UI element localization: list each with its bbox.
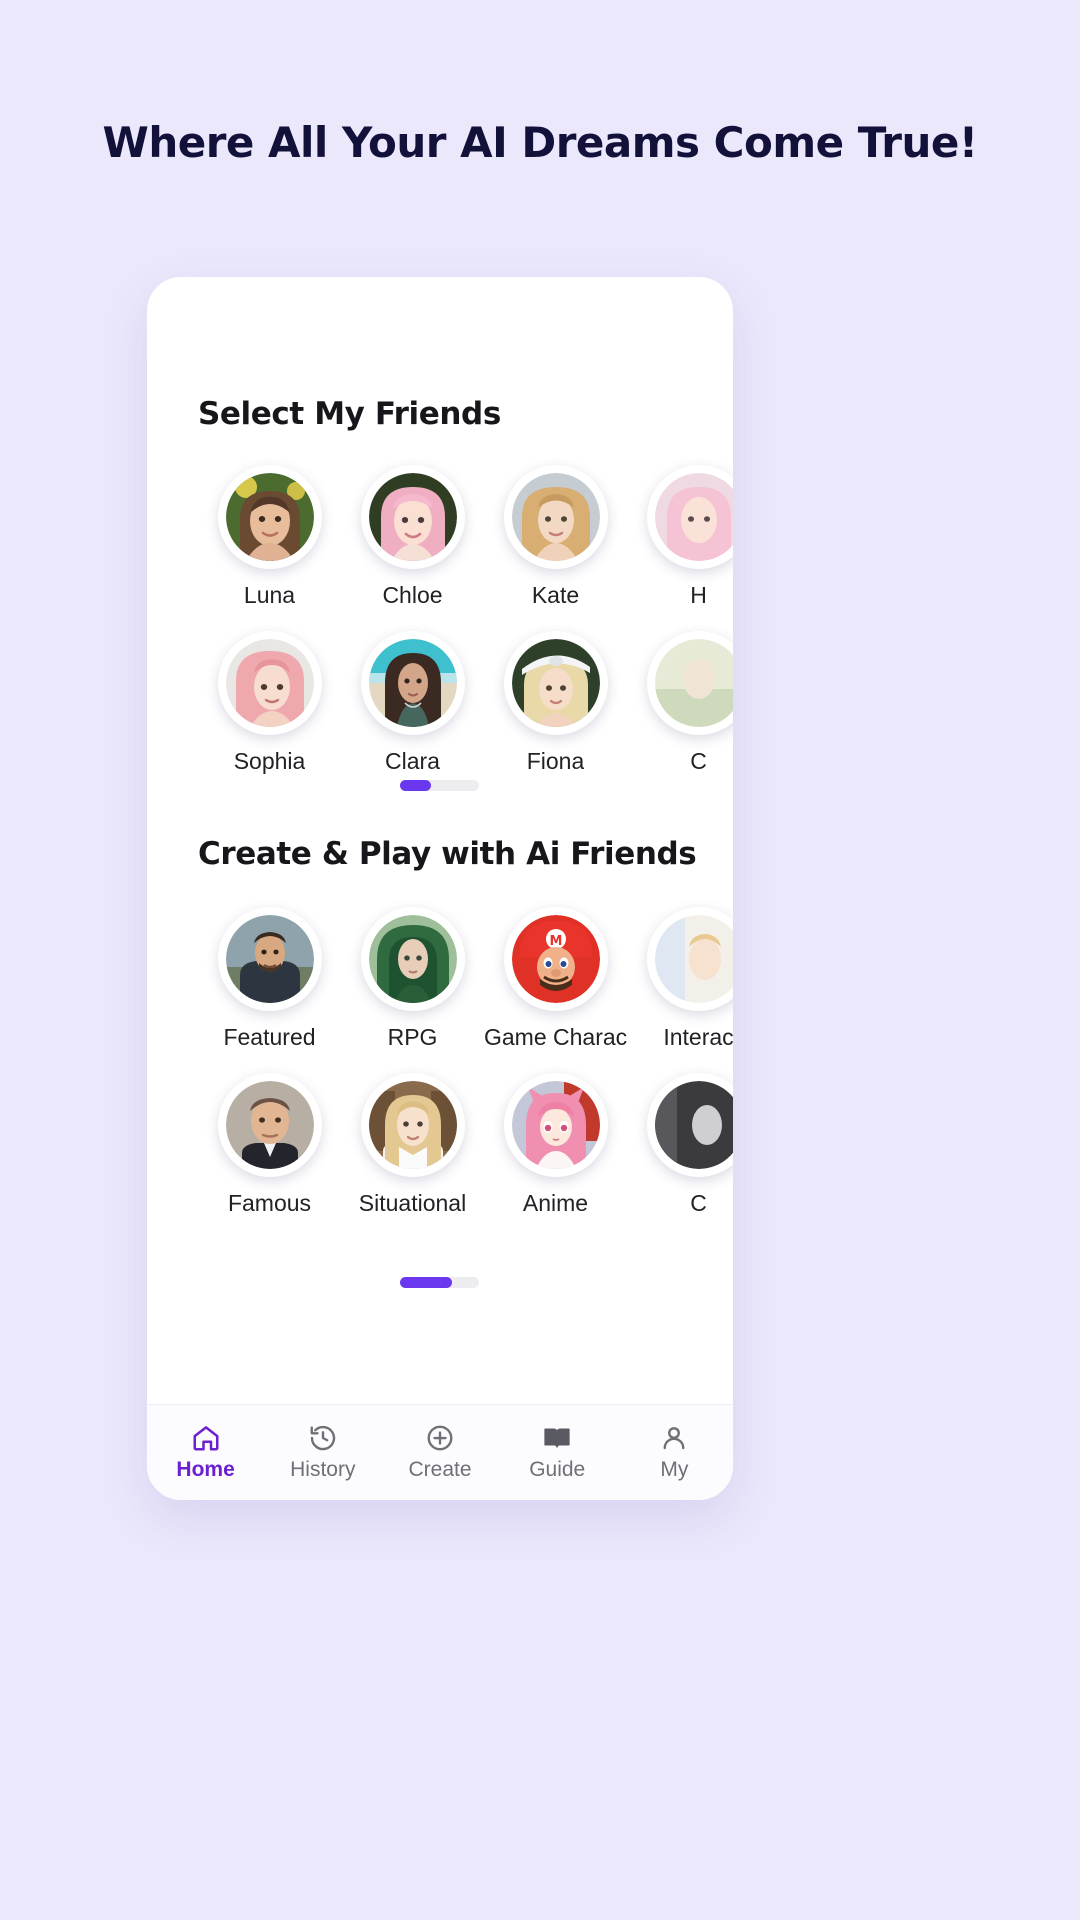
avatar-situational-icon (368, 1081, 457, 1169)
avatar-chloe-icon (368, 473, 457, 561)
friend-card[interactable]: Kate (484, 465, 627, 609)
avatar-kate-icon (511, 473, 600, 561)
book-icon (544, 1428, 570, 1448)
scroll-thumb[interactable] (400, 780, 431, 791)
category-card[interactable]: M Game Charact... (484, 907, 627, 1051)
nav-item-create[interactable]: Create (381, 1423, 498, 1482)
avatar[interactable] (217, 907, 322, 1011)
avatar[interactable] (646, 631, 733, 735)
category-label: Interac (663, 1024, 733, 1050)
nav-label: Home (176, 1458, 235, 1481)
friend-label: Clara (385, 748, 440, 774)
friend-label: C (690, 748, 707, 774)
avatar[interactable] (360, 907, 465, 1011)
avatar[interactable] (360, 465, 465, 569)
avatar-luna-icon (225, 473, 314, 561)
category-card[interactable]: Featured (198, 907, 341, 1051)
friend-label: Kate (531, 582, 580, 608)
avatar[interactable] (646, 907, 733, 1011)
friend-card[interactable]: Fiona (484, 631, 627, 775)
category-card-partial[interactable]: C (627, 1073, 733, 1217)
avatar[interactable]: M (503, 907, 608, 1011)
avatar-rpg-icon (368, 915, 457, 1003)
nav-label: Guide (529, 1458, 586, 1481)
friend-label: Fiona (526, 748, 585, 774)
nav-item-history[interactable]: History (264, 1423, 381, 1482)
avatar[interactable] (360, 631, 465, 735)
friend-card-partial[interactable]: H (627, 465, 733, 609)
avatar-anime-icon (511, 1081, 600, 1169)
category-label: Anime (522, 1190, 589, 1216)
avatar[interactable] (646, 1073, 733, 1177)
nav-label: History (290, 1458, 356, 1481)
friends-grid: Luna Chloe Kate H Sophia Clara Fiona C (198, 465, 733, 775)
home-icon (193, 1426, 219, 1451)
nav-item-guide[interactable]: Guide (499, 1423, 616, 1482)
category-label: C (690, 1190, 707, 1216)
friend-card[interactable]: Sophia (198, 631, 341, 775)
friends-scroll-indicator[interactable] (400, 780, 479, 791)
category-label: Featured (223, 1024, 316, 1050)
scroll-thumb[interactable] (400, 1277, 452, 1288)
avatar-partial-1-icon (654, 473, 733, 561)
nav-item-my[interactable]: My (616, 1423, 733, 1482)
category-label: RPG (387, 1024, 438, 1050)
category-label: Game Charact... (484, 1024, 627, 1050)
person-icon (663, 1427, 685, 1450)
avatar[interactable] (217, 1073, 322, 1177)
category-label: Situational (358, 1190, 467, 1216)
avatar[interactable] (503, 465, 608, 569)
avatar[interactable] (503, 631, 608, 735)
friend-label: Sophia (233, 748, 306, 774)
app-root: Where All Your AI Dreams Come True! Sele… (0, 0, 1080, 1920)
avatar-sophia-icon (225, 639, 314, 727)
avatar[interactable] (646, 465, 733, 569)
phone-mockup-card: Select My Friends Luna Chloe Kate H Soph… (147, 277, 733, 1500)
section-title-select-my-friends: Select My Friends (198, 396, 501, 432)
category-label: Famous (227, 1190, 312, 1216)
friend-label: Luna (243, 582, 296, 608)
avatar-featured-icon (225, 915, 314, 1003)
categories-scroll-indicator[interactable] (400, 1277, 479, 1288)
avatar-famous-icon (225, 1081, 314, 1169)
friend-card[interactable]: Clara (341, 631, 484, 775)
nav-item-home[interactable]: Home (147, 1423, 264, 1482)
history-icon (310, 1425, 335, 1451)
nav-label: My (660, 1458, 689, 1481)
category-card[interactable]: Anime (484, 1073, 627, 1217)
avatar-interactive-icon (654, 915, 733, 1003)
phone-scroll-body: Select My Friends Luna Chloe Kate H Soph… (147, 277, 733, 1404)
avatar[interactable] (217, 631, 322, 735)
category-card[interactable]: Situational (341, 1073, 484, 1217)
bottom-navigation: Home History Create Guide My (147, 1404, 733, 1500)
category-card[interactable]: Famous (198, 1073, 341, 1217)
avatar[interactable] (217, 465, 322, 569)
page-headline: Where All Your AI Dreams Come True! (102, 118, 978, 167)
plus-circle-icon (427, 1425, 453, 1451)
friend-label: H (690, 582, 707, 608)
avatar[interactable] (503, 1073, 608, 1177)
avatar-partial-2-icon (654, 639, 733, 727)
avatar-clara-icon (368, 639, 457, 727)
friend-card[interactable]: Luna (198, 465, 341, 609)
avatar[interactable] (360, 1073, 465, 1177)
category-card-partial[interactable]: Interac (627, 907, 733, 1051)
svg-text:M: M (549, 934, 562, 949)
section-title-create-and-play: Create & Play with Ai Friends (198, 836, 697, 872)
friend-label: Chloe (382, 582, 443, 608)
friend-card[interactable]: Chloe (341, 465, 484, 609)
category-card[interactable]: RPG (341, 907, 484, 1051)
nav-label: Create (408, 1458, 472, 1481)
friend-card-partial[interactable]: C (627, 631, 733, 775)
avatar-fiona-icon (511, 639, 600, 727)
avatar-game-character-icon: M (511, 915, 600, 1003)
avatar-partial-3-icon (654, 1081, 733, 1169)
categories-grid: Featured RPG M Game Charac Interac Famou… (198, 907, 733, 1217)
